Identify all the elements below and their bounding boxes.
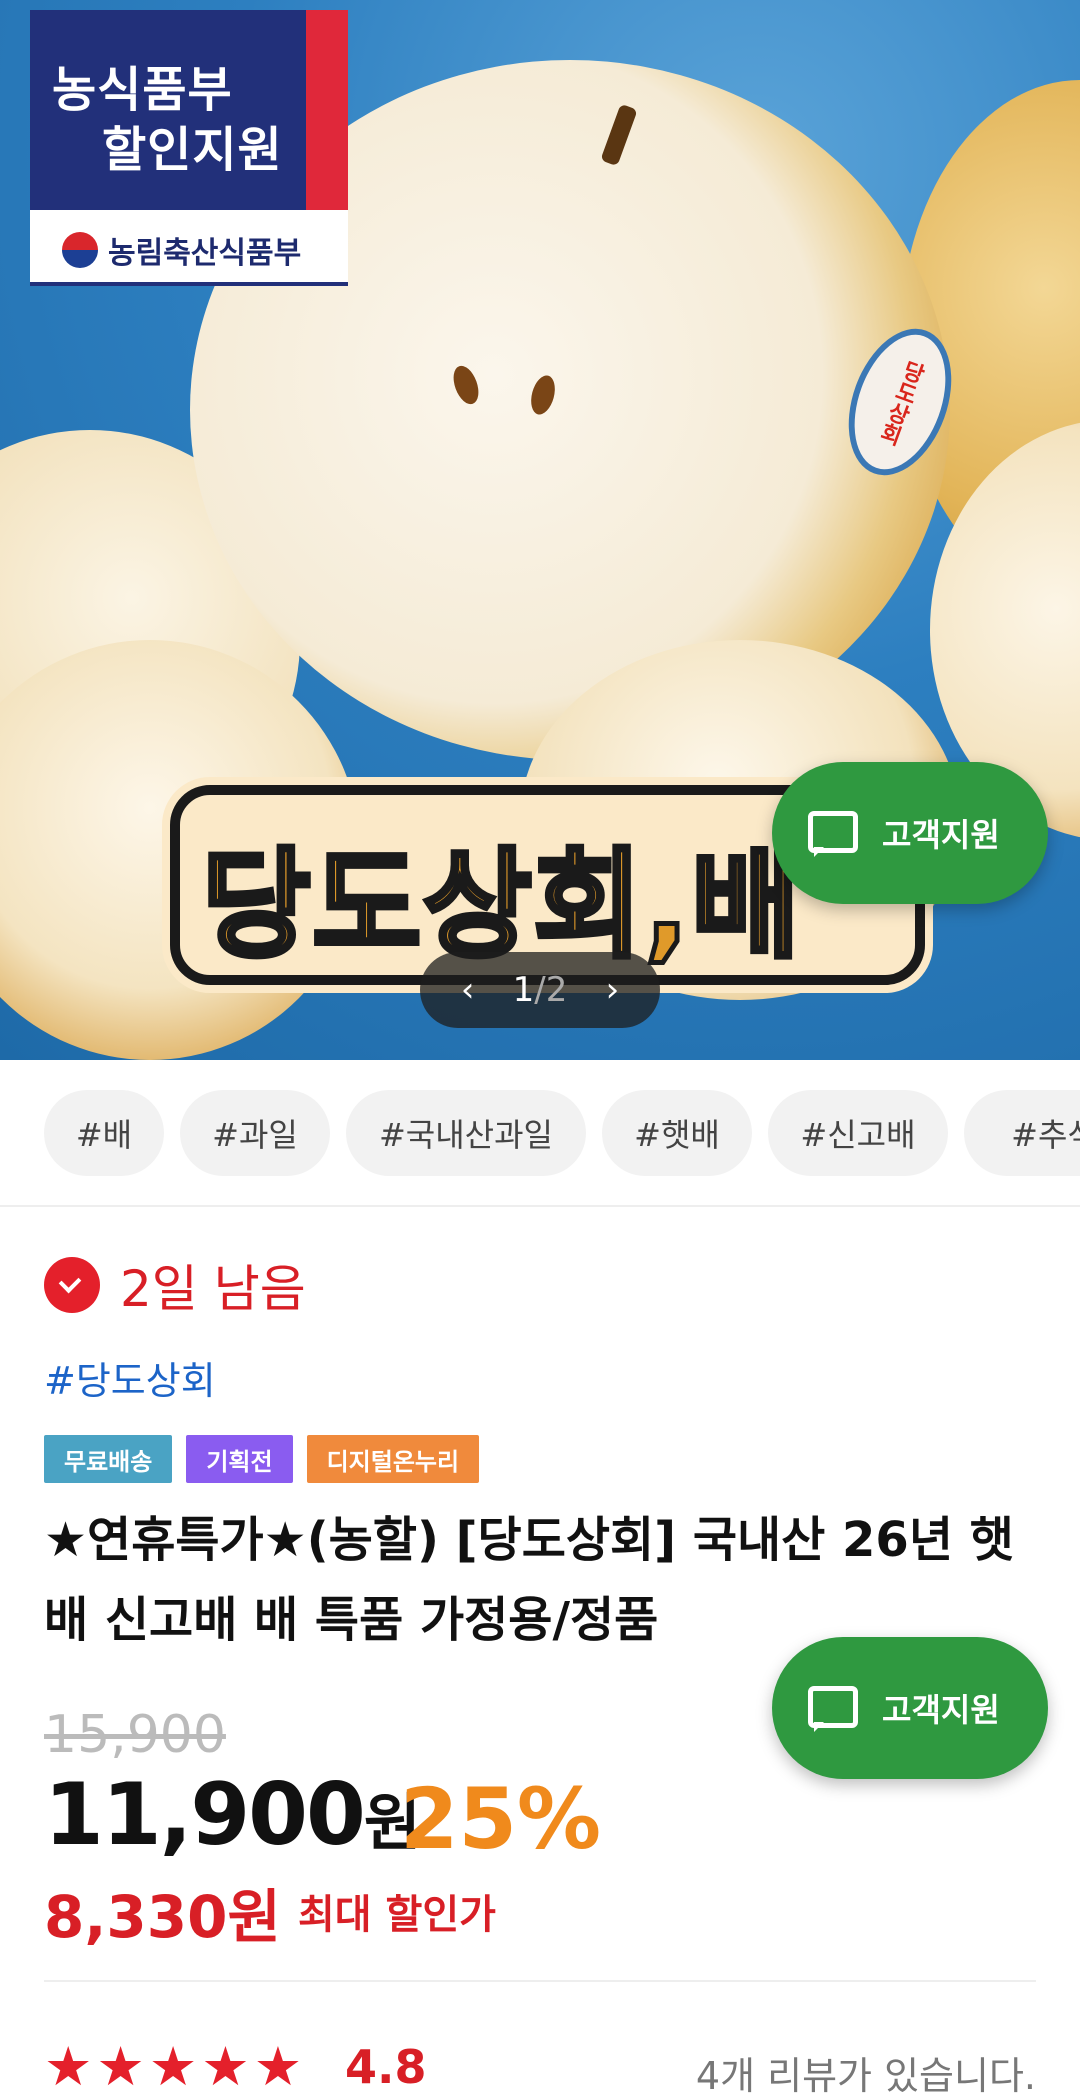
customer-support-button[interactable]: 고객지원: [772, 1637, 1048, 1779]
tag-list: #배 #과일 #국내산과일 #햇배 #신고배 #추석: [0, 1060, 1080, 1207]
product-title: ★연휴특가★(농할) [당도상회] 국내산 26년 햇배 신고배 배 특품 가정…: [44, 1512, 1014, 1648]
chat-icon: [808, 1686, 858, 1732]
star-rating: ★ ★ ★ ★ ★: [44, 2035, 302, 2098]
star-icon: ★: [253, 2035, 303, 2098]
badge-text: 할인지원: [102, 122, 283, 178]
support-label: 고객지원: [882, 1691, 1000, 1729]
max-discount-label: 최대 할인가: [298, 1892, 496, 1938]
badge-digital-onnuri: 디지털온누리: [306, 1435, 480, 1483]
pager-total: 2: [545, 970, 568, 1010]
seller-link[interactable]: #당도상회: [44, 1350, 216, 1405]
ministry-label: 농림축산식품부: [30, 210, 348, 286]
clock-icon: [44, 1257, 100, 1313]
sale-timer: 2일 남음: [44, 1255, 306, 1318]
carousel-pager: ‹ 1/2 ›: [420, 952, 660, 1028]
timer-text: 2일 남음: [120, 1260, 306, 1318]
support-label: 고객지원: [882, 816, 1000, 854]
chevron-right-icon[interactable]: ›: [587, 970, 637, 1010]
pager-separator: /: [534, 970, 546, 1010]
original-price: 15,900: [44, 1705, 226, 1765]
tag-chip[interactable]: #국내산과일: [346, 1090, 586, 1176]
badge-free-shipping: 무료배송: [44, 1435, 173, 1483]
star-icon: ★: [148, 2035, 198, 2098]
star-icon: ★: [44, 2035, 93, 2098]
price-value: 11,900: [44, 1765, 366, 1865]
taegeuk-icon: [62, 232, 98, 268]
tag-chip[interactable]: #신고배: [768, 1090, 948, 1176]
tag-chip[interactable]: #과일: [180, 1090, 330, 1176]
chat-icon: [808, 811, 858, 857]
pager-current: 1: [512, 970, 535, 1010]
discount-support-badge: 농식품부 할인지원 농림축산식품부: [30, 10, 348, 286]
review-count-link[interactable]: 4개 리뷰가 있습니다.: [696, 2045, 1036, 2100]
tag-chip[interactable]: #햇배: [602, 1090, 752, 1176]
sale-price: 11,900원: [44, 1765, 421, 1865]
max-discount-price: 8,330원: [44, 1883, 281, 1951]
badge-ribbon: [306, 10, 348, 210]
chevron-left-icon[interactable]: ‹: [443, 970, 493, 1010]
rating-value: 4.8: [345, 2040, 427, 2094]
star-icon: ★: [201, 2035, 250, 2098]
tag-chip[interactable]: #추석: [964, 1090, 1080, 1176]
ministry-name: 농림축산식품부: [108, 236, 302, 271]
tag-chip[interactable]: #배: [44, 1090, 164, 1176]
pager-count: 1/2: [493, 970, 588, 1010]
customer-support-button[interactable]: 고객지원: [772, 762, 1048, 904]
divider: [44, 1980, 1036, 1982]
badge-promotion: 기획전: [186, 1435, 293, 1483]
product-badges: 무료배송 기획전 디지털온누리: [44, 1435, 480, 1483]
discount-rate: 25%: [400, 1770, 602, 1868]
star-icon: ★: [96, 2035, 145, 2098]
